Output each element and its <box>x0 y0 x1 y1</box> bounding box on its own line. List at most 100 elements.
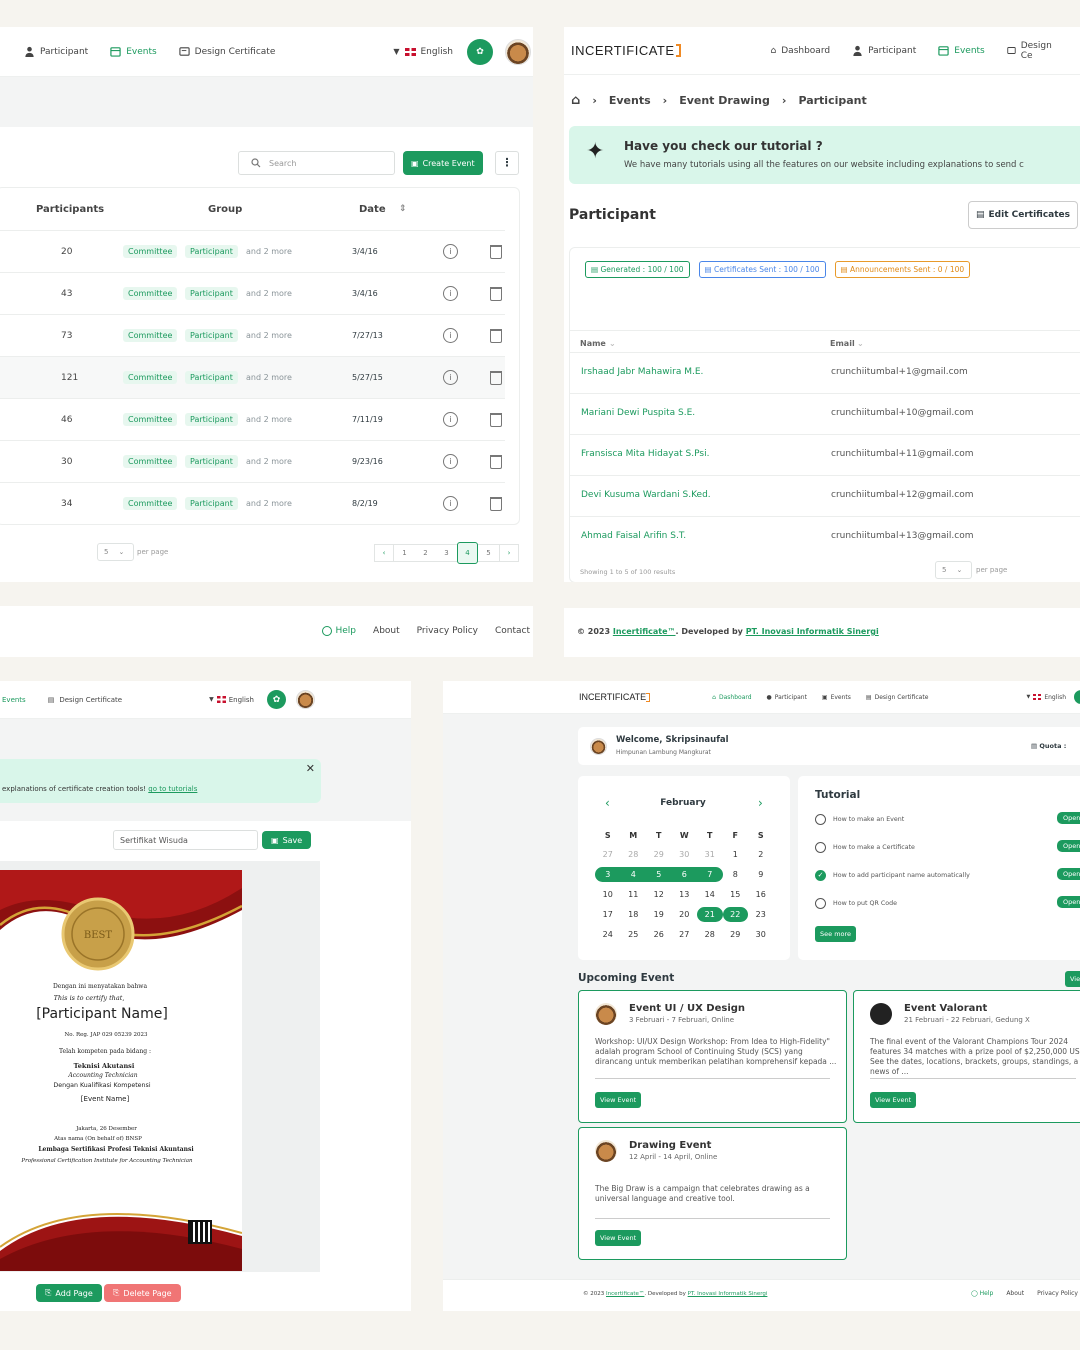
nav-events[interactable]: Events <box>2 696 26 704</box>
trash-icon[interactable] <box>490 412 502 427</box>
certificate-preview[interactable]: BEST Dengan ini menyatakan bahwa This is… <box>0 870 242 1271</box>
nav-dashboard[interactable]: ⌂ Dashboard <box>771 46 831 56</box>
calendar-day[interactable]: 27 <box>672 924 698 944</box>
nav-design-certificate[interactable]: Design Ce <box>1007 41 1058 61</box>
table-row[interactable]: 30 Committee Participant and 2 more 9/23/16 i <box>0 440 505 482</box>
trash-icon[interactable] <box>490 244 502 259</box>
calendar-day[interactable]: 29 <box>646 844 672 864</box>
calendar-day[interactable]: 6 <box>671 864 697 884</box>
per-page-select[interactable]: 5 ⌄ <box>97 543 134 561</box>
event-card[interactable]: Event UI / UX Design 3 Februari - 7 Febru… <box>578 990 847 1123</box>
page-5[interactable]: 5 <box>478 544 499 562</box>
table-row[interactable]: 43 Committee Participant and 2 more 3/4/16 i <box>0 272 505 314</box>
table-row[interactable]: Irshaad Jabr Mahawira M.E. crunchiitumbal… <box>570 352 1080 393</box>
table-row[interactable]: Ahmad Faisal Arifin S.T. crunchiitumbal+1… <box>570 516 1080 557</box>
calendar-day[interactable]: 21 <box>697 904 723 924</box>
breadcrumb-event-drawing[interactable]: Event Drawing <box>679 94 770 107</box>
next-page-icon[interactable]: › <box>499 544 519 562</box>
nav-participant[interactable]: Participant <box>852 45 916 56</box>
view-event-button[interactable]: View Event <box>595 1092 642 1108</box>
search-box[interactable]: Search <box>238 151 395 175</box>
about-link[interactable]: About <box>373 626 400 636</box>
participant-name[interactable]: Irshaad Jabr Mahawira M.E. <box>581 367 703 377</box>
info-icon[interactable]: i <box>443 286 458 301</box>
participant-name[interactable]: Ahmad Faisal Arifin S.T. <box>581 531 686 541</box>
calendar-day[interactable]: 11 <box>621 884 647 904</box>
event-card[interactable]: Event Valorant 21 Februari - 22 Februari,… <box>853 990 1080 1123</box>
prev-page-icon[interactable]: ‹ <box>374 544 394 562</box>
contact-link[interactable]: Contact <box>495 626 530 636</box>
paw-icon[interactable]: ✿ <box>467 38 493 65</box>
calendar-day[interactable]: 7 <box>697 864 723 884</box>
calendar-day[interactable]: 3 <box>595 864 621 884</box>
calendar-day[interactable]: 10 <box>595 884 621 904</box>
group-more[interactable]: and 2 more <box>246 415 292 424</box>
info-icon[interactable]: i <box>443 370 458 385</box>
page-4[interactable]: 4 <box>457 542 478 564</box>
page-3[interactable]: 3 <box>436 544 457 562</box>
about-link[interactable]: About <box>1006 1290 1024 1297</box>
calendar-day[interactable]: 22 <box>722 904 748 924</box>
sort-icon[interactable]: ⇕ <box>399 204 407 214</box>
view-all-button[interactable]: Vie <box>1065 971 1080 987</box>
circle-icon[interactable] <box>815 813 826 825</box>
logo[interactable]: INCERTIFICATE <box>579 692 651 702</box>
calendar-day[interactable]: 1 <box>723 844 749 864</box>
more-options-button[interactable]: ⋮ <box>495 151 519 175</box>
open-button[interactable]: Open <box>1057 896 1080 908</box>
open-button[interactable]: Open <box>1057 840 1080 852</box>
home-icon[interactable]: ⌂ <box>571 93 580 108</box>
circle-icon[interactable] <box>815 897 826 909</box>
certificate-name-input[interactable]: Sertifikat Wisuda <box>113 830 258 850</box>
calendar-day[interactable]: 13 <box>672 884 698 904</box>
create-event-button[interactable]: ▣ Create Event <box>403 151 483 175</box>
calendar-day[interactable]: 29 <box>723 924 749 944</box>
tutorials-link[interactable]: go to tutorials <box>148 785 197 793</box>
per-page-select[interactable]: 5 ⌄ <box>935 561 972 579</box>
calendar-day[interactable]: 15 <box>723 884 749 904</box>
calendar-day[interactable]: 18 <box>621 904 647 924</box>
close-icon[interactable]: ✕ <box>306 762 315 775</box>
calendar-day[interactable]: 27 <box>595 844 621 864</box>
calendar-day[interactable]: 5 <box>646 864 672 884</box>
calendar-day[interactable]: 16 <box>748 884 774 904</box>
col-participants[interactable]: Participants <box>36 204 104 215</box>
col-email[interactable]: Email <box>830 339 855 348</box>
brand-link[interactable]: Incertificate™ <box>606 1291 644 1297</box>
tutorial-item[interactable]: How to make a Certificate Open <box>815 840 1080 854</box>
language-select[interactable]: ▼ English <box>393 47 453 57</box>
view-event-button[interactable]: View Event <box>870 1092 917 1108</box>
open-button[interactable]: Open <box>1057 868 1080 880</box>
nav-design-certificate[interactable]: ▤ Design Certificate <box>866 694 928 701</box>
calendar-day[interactable]: 20 <box>672 904 698 924</box>
table-row[interactable]: Fransisca Mita Hidayat S.Psi. crunchiitum… <box>570 434 1080 475</box>
info-icon[interactable]: i <box>443 496 458 511</box>
nav-dashboard[interactable]: ⌂ Dashboard <box>712 694 751 701</box>
calendar-day[interactable]: 26 <box>646 924 672 944</box>
paw-icon[interactable] <box>1074 690 1080 704</box>
calendar-day[interactable]: 30 <box>672 844 698 864</box>
participant-name[interactable]: Mariani Dewi Puspita S.E. <box>581 408 695 418</box>
open-button[interactable]: Open <box>1057 812 1080 824</box>
group-more[interactable]: and 2 more <box>246 457 292 466</box>
trash-icon[interactable] <box>490 286 502 301</box>
table-row[interactable]: Mariani Dewi Puspita S.E. crunchiitumbal+… <box>570 393 1080 434</box>
group-more[interactable]: and 2 more <box>246 331 292 340</box>
edit-certificates-button[interactable]: ▤ Edit Certificates <box>968 201 1078 229</box>
info-icon[interactable]: i <box>443 454 458 469</box>
calendar-day[interactable]: 24 <box>595 924 621 944</box>
brand-link[interactable]: Incertificate™ <box>613 627 676 636</box>
group-more[interactable]: and 2 more <box>246 289 292 298</box>
tutorial-item[interactable]: How to put QR Code Open <box>815 896 1080 910</box>
delete-page-button[interactable]: ⎘ Delete Page <box>104 1284 181 1302</box>
developer-link[interactable]: PT. Inovasi Informatik Sinergi <box>746 627 879 636</box>
trash-icon[interactable] <box>490 454 502 469</box>
calendar-day[interactable]: 17 <box>595 904 621 924</box>
language-select[interactable]: ▼ English <box>1026 694 1066 701</box>
tutorial-item[interactable]: ✓ How to add participant name automatical… <box>815 868 1080 882</box>
participant-name[interactable]: Devi Kusuma Wardani S.Ked. <box>581 490 711 500</box>
calendar-day[interactable]: 14 <box>697 884 723 904</box>
nav-design-certificate[interactable]: Design Certificate <box>179 46 275 57</box>
trash-icon[interactable] <box>490 370 502 385</box>
calendar-day[interactable]: 28 <box>697 924 723 944</box>
